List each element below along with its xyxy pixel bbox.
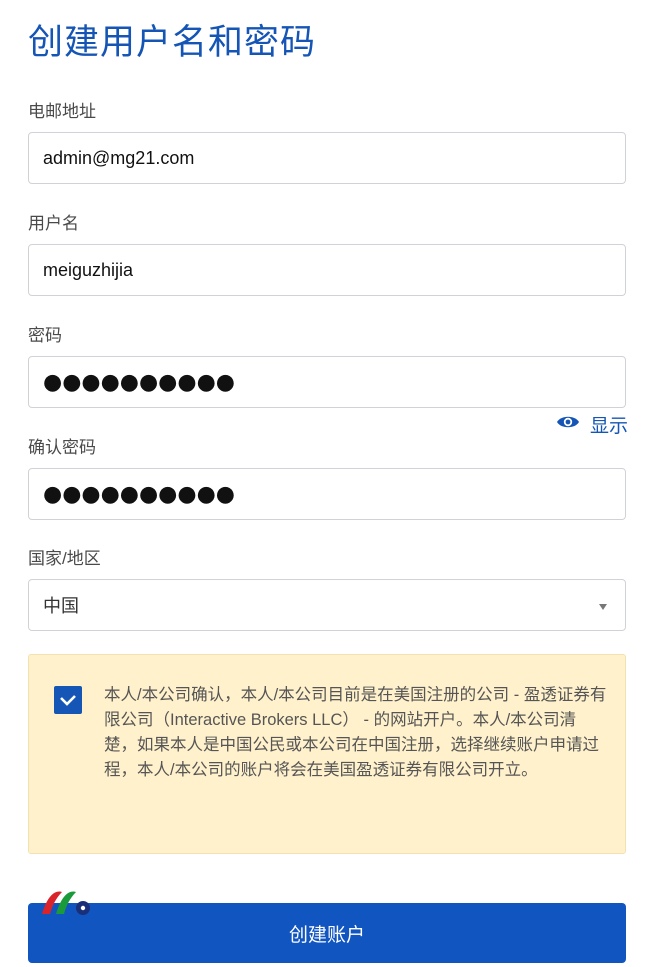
china-disclosure-notice: 本人/本公司确认，本人/本公司目前是在美国注册的公司 - 盈透证券有限公司（In… bbox=[28, 654, 626, 854]
confirm-password-label: 确认密码 bbox=[28, 438, 96, 457]
password-masked-value: ●●●●●●●●●● bbox=[43, 369, 235, 395]
password-label: 密码 bbox=[28, 326, 62, 345]
page-title: 创建用户名和密码 bbox=[28, 23, 317, 62]
checkmark-icon bbox=[60, 695, 76, 706]
watermark-logo-icon bbox=[40, 888, 92, 918]
country-label: 国家/地区 bbox=[28, 549, 101, 568]
disclosure-text: 本人/本公司确认，本人/本公司目前是在美国注册的公司 - 盈透证券有限公司（In… bbox=[104, 686, 607, 779]
password-field[interactable]: ●●●●●●●●●● bbox=[28, 356, 626, 408]
username-field[interactable] bbox=[28, 244, 626, 296]
create-account-button[interactable]: 创建账户 bbox=[28, 903, 626, 963]
email-field[interactable] bbox=[28, 132, 626, 184]
country-select[interactable]: 中国 bbox=[28, 579, 626, 631]
confirm-password-masked-value: ●●●●●●●●●● bbox=[43, 481, 235, 507]
email-label: 电邮地址 bbox=[28, 102, 96, 121]
disclosure-checkbox[interactable] bbox=[54, 686, 82, 714]
show-password-toggle[interactable]: 显示 bbox=[556, 411, 628, 438]
show-password-label: 显示 bbox=[589, 416, 628, 437]
confirm-password-field[interactable]: ●●●●●●●●●● bbox=[28, 468, 626, 520]
country-selected-value: 中国 bbox=[43, 596, 79, 616]
chevron-down-icon bbox=[599, 604, 607, 610]
username-input[interactable] bbox=[29, 245, 625, 295]
username-label: 用户名 bbox=[28, 214, 79, 233]
eye-icon bbox=[556, 414, 580, 436]
email-input[interactable] bbox=[29, 133, 625, 183]
